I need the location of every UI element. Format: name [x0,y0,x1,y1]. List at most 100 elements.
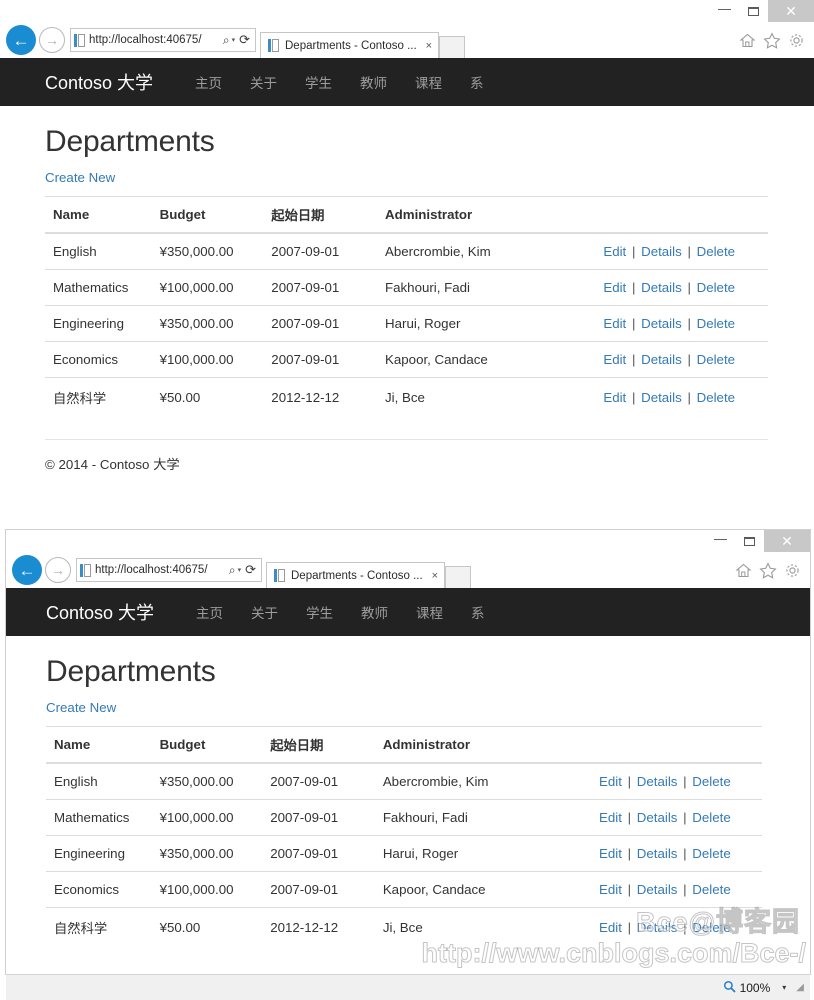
details-link[interactable]: Details [641,352,682,367]
site-brand[interactable]: Contoso 大学 [45,69,153,95]
nav-link-about[interactable]: 关于 [236,76,291,91]
edit-link[interactable]: Edit [599,846,622,861]
sidebar-item-courses-front[interactable]: 课程 [402,602,457,623]
nav-link-departments-front[interactable]: 系 [457,606,499,621]
delete-link[interactable]: Delete [692,920,730,935]
maximize-button[interactable] [739,0,768,22]
star-icon-front[interactable] [759,561,777,579]
nav-link-courses-front[interactable]: 课程 [402,606,457,621]
address-input-front[interactable]: http://localhost:40675/ [95,564,227,576]
details-link[interactable]: Details [637,846,678,861]
forward-icon[interactable]: → [39,27,65,53]
details-link[interactable]: Details [641,280,682,295]
delete-link[interactable]: Delete [697,280,735,295]
details-link[interactable]: Details [641,316,682,331]
delete-link[interactable]: Delete [692,882,730,897]
edit-link[interactable]: Edit [599,774,622,789]
nav-link-about-front[interactable]: 关于 [237,606,292,621]
address-bar-front[interactable]: http://localhost:40675/ ⌕ ▾ ⟳ [76,558,262,582]
edit-link[interactable]: Edit [599,882,622,897]
delete-link[interactable]: Delete [697,390,735,405]
details-link[interactable]: Details [637,810,678,825]
sidebar-item-departments[interactable]: 系 [456,72,498,93]
delete-link[interactable]: Delete [697,244,735,259]
sidebar-item-about[interactable]: 关于 [236,72,291,93]
delete-link[interactable]: Delete [692,810,730,825]
gear-icon-front[interactable] [784,562,801,579]
nav-link-instructors[interactable]: 教师 [346,76,401,91]
nav-link-students[interactable]: 学生 [291,76,346,91]
details-link[interactable]: Details [637,882,678,897]
sidebar-item-home[interactable]: 主页 [181,72,236,93]
nav-link-home[interactable]: 主页 [181,76,236,91]
edit-link[interactable]: Edit [603,352,626,367]
nav-link-home-front[interactable]: 主页 [182,606,237,621]
new-tab-button[interactable] [439,36,466,58]
home-icon-front[interactable] [735,562,752,579]
gear-icon[interactable] [788,32,805,49]
minimize-button-front[interactable]: — [706,530,735,552]
main-container-front: Departments Create New Name Budget 起始日期 … [6,655,810,947]
close-button-front[interactable]: ✕ [764,530,810,552]
table-head-front: Name Budget 起始日期 Administrator [46,726,762,764]
sidebar-item-courses[interactable]: 课程 [401,72,456,93]
tab-close-icon[interactable]: × [426,40,432,52]
resize-grip-icon[interactable]: ◢ [796,982,804,993]
maximize-button-front[interactable] [735,530,764,552]
back-icon-front[interactable]: ← [12,555,42,585]
sidebar-item-instructors[interactable]: 教师 [346,72,401,93]
zoom-indicator[interactable]: 100% ▾ [723,980,786,996]
nav-link-instructors-front[interactable]: 教师 [347,606,402,621]
edit-link[interactable]: Edit [603,390,626,405]
close-button[interactable]: ✕ [768,0,814,22]
edit-link[interactable]: Edit [599,920,622,935]
site-brand-front[interactable]: Contoso 大学 [46,599,154,625]
page-favicon-icon-front [80,563,91,577]
action-separator: | [679,774,691,789]
edit-link[interactable]: Edit [603,316,626,331]
chevron-down-icon-zoom[interactable]: ▾ [782,983,786,992]
search-icon[interactable]: ⌕ [223,33,230,48]
cell-administrator: Harui, Roger [374,835,592,872]
details-link[interactable]: Details [637,774,678,789]
search-icon-front[interactable]: ⌕ [229,563,236,578]
tab-close-icon-front[interactable]: × [432,570,438,582]
sidebar-item-students-front[interactable]: 学生 [292,602,347,623]
details-link[interactable]: Details [641,244,682,259]
chevron-down-icon[interactable]: ▾ [232,36,236,44]
sidebar-item-departments-front[interactable]: 系 [457,602,499,623]
delete-link[interactable]: Delete [692,774,730,789]
refresh-icon[interactable]: ⟳ [239,32,250,48]
nav-link-departments[interactable]: 系 [456,76,498,91]
sidebar-item-home-front[interactable]: 主页 [182,602,237,623]
tab-departments-front[interactable]: Departments - Contoso ... × [266,562,446,588]
address-bar[interactable]: http://localhost:40675/ ⌕ ▾ ⟳ [70,28,256,52]
edit-link[interactable]: Edit [603,280,626,295]
delete-link[interactable]: Delete [697,352,735,367]
forward-icon-front[interactable]: → [45,557,71,583]
chevron-down-icon-front[interactable]: ▾ [238,566,242,574]
edit-link[interactable]: Edit [603,244,626,259]
new-tab-button-front[interactable] [445,566,472,588]
delete-link[interactable]: Delete [697,316,735,331]
details-link[interactable]: Details [641,390,682,405]
tab-departments[interactable]: Departments - Contoso ... × [260,32,440,58]
delete-link[interactable]: Delete [692,846,730,861]
sidebar-item-about-front[interactable]: 关于 [237,602,292,623]
column-header-budget: Budget [151,196,264,234]
star-icon[interactable] [763,31,781,49]
create-new-link-front[interactable]: Create New [46,700,116,715]
details-link[interactable]: Details [637,920,678,935]
nav-link-courses[interactable]: 课程 [401,76,456,91]
sidebar-item-students[interactable]: 学生 [291,72,346,93]
nav-link-students-front[interactable]: 学生 [292,606,347,621]
minimize-button[interactable]: — [710,0,739,22]
refresh-icon-front[interactable]: ⟳ [245,562,256,578]
cell-startdate: 2007-09-01 [263,305,378,342]
create-new-link[interactable]: Create New [45,170,115,185]
home-icon[interactable] [739,32,756,49]
sidebar-item-instructors-front[interactable]: 教师 [347,602,402,623]
edit-link[interactable]: Edit [599,810,622,825]
address-input[interactable]: http://localhost:40675/ [89,34,221,46]
back-icon[interactable]: ← [6,25,36,55]
